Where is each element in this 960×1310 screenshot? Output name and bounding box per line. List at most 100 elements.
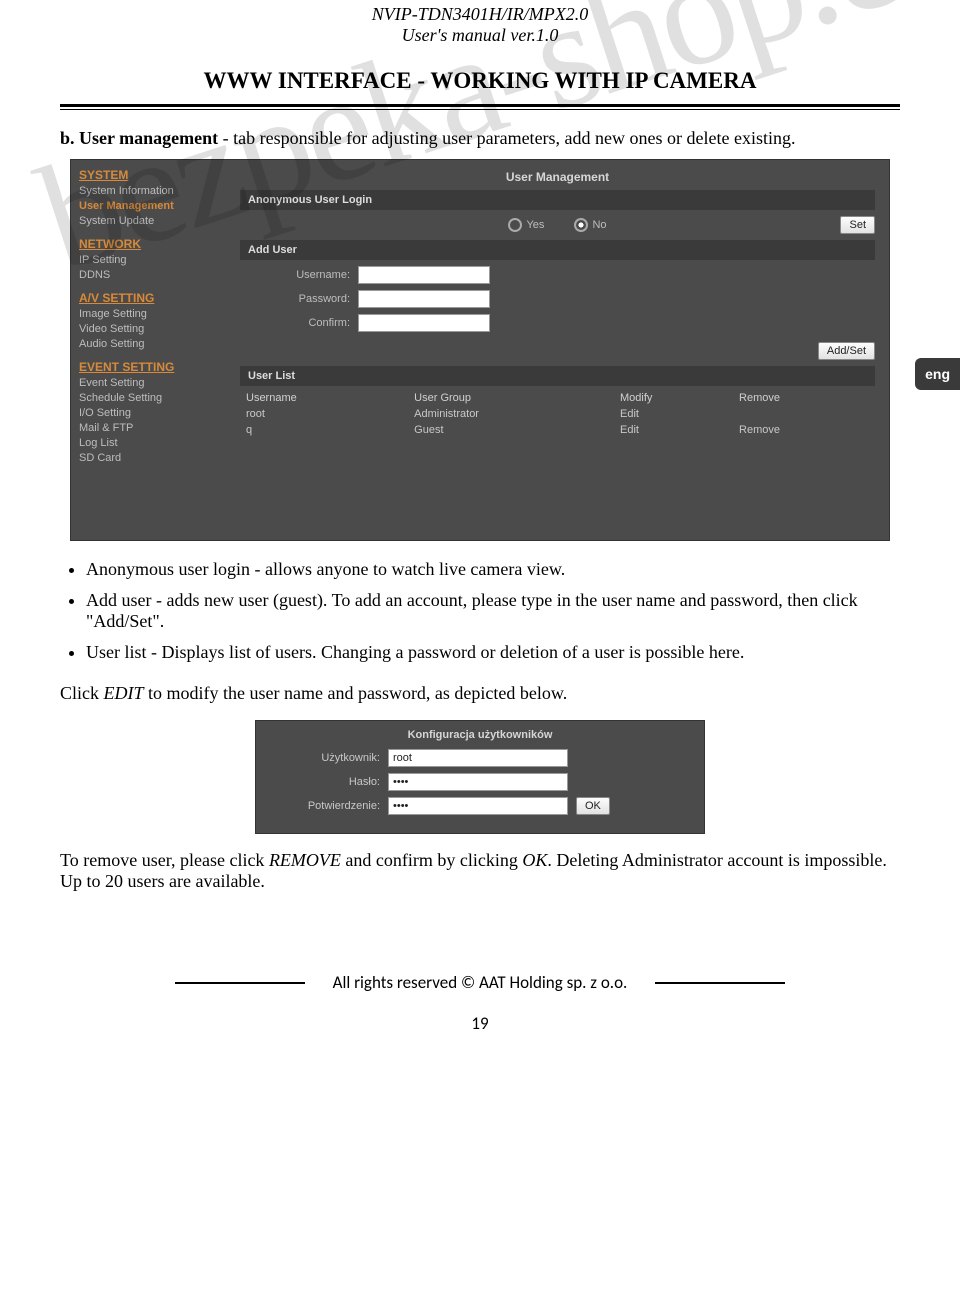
password-input[interactable] — [358, 290, 490, 308]
userlist-bar: User List — [240, 366, 875, 386]
remove-paragraph: To remove user, please click REMOVE and … — [60, 850, 900, 892]
cell-edit-link[interactable]: Edit — [614, 406, 733, 422]
addset-button[interactable]: Add/Set — [818, 342, 875, 360]
intro-bold: User management — [79, 128, 218, 148]
sidebar-cat-event: EVENT SETTING — [79, 360, 234, 374]
password-label: Password: — [240, 293, 358, 305]
list-item: Anonymous user login - allows anyone to … — [86, 559, 900, 580]
sidebar-item-schedule[interactable]: Schedule Setting — [79, 392, 234, 404]
edit-user-input[interactable] — [388, 749, 568, 767]
ok-button[interactable]: OK — [576, 797, 610, 815]
radio-yes-label: Yes — [526, 219, 544, 231]
sidebar-item-sdcard[interactable]: SD Card — [79, 452, 234, 464]
doc-header: NVIP-TDN3401H/IR/MPX2.0 User's manual ve… — [60, 0, 900, 46]
cell-group: Guest — [408, 422, 614, 438]
sidebar-cat-network: NETWORK — [79, 237, 234, 251]
intro-paragraph: b. User management - tab responsible for… — [60, 128, 900, 149]
footer-rule-left — [175, 982, 305, 984]
edit-pass-label: Hasło: — [270, 776, 388, 788]
table-row: root Administrator Edit — [240, 406, 875, 422]
header-line2: User's manual ver.1.0 — [60, 25, 900, 46]
footer-rule-right — [655, 982, 785, 984]
header-line1: NVIP-TDN3401H/IR/MPX2.0 — [60, 4, 900, 25]
sidebar-item-sysinfo[interactable]: System Information — [79, 185, 234, 197]
text: To remove user, please click — [60, 850, 269, 870]
edit-pass-input[interactable] — [388, 773, 568, 791]
username-input[interactable] — [358, 266, 490, 284]
cell-remove-link[interactable]: Remove — [733, 422, 875, 438]
footer-line: All rights reserved © AAT Holding sp. z … — [60, 972, 900, 993]
section-title: WWW INTERFACE - WORKING WITH IP CAMERA — [60, 68, 900, 94]
sidebar-item-video[interactable]: Video Setting — [79, 323, 234, 335]
list-item: User list - Displays list of users. Chan… — [86, 642, 900, 663]
sidebar: SYSTEM System Information User Managemen… — [71, 160, 234, 540]
sidebar-item-io[interactable]: I/O Setting — [79, 407, 234, 419]
text: and confirm by clicking — [341, 850, 522, 870]
edit-user-row: Użytkownik: — [270, 749, 690, 767]
th-modify: Modify — [614, 390, 733, 406]
page-number: 19 — [60, 1013, 900, 1034]
edit-panel-title: Konfiguracja użytkowników — [270, 729, 690, 741]
sidebar-cat-system: SYSTEM — [79, 168, 234, 182]
edit-em: EDIT — [104, 683, 144, 703]
intro-prefix: b. — [60, 128, 75, 148]
panel-title: User Management — [240, 170, 875, 184]
anon-login-bar: Anonymous User Login — [240, 190, 875, 210]
th-remove: Remove — [733, 390, 875, 406]
click-edit-paragraph: Click EDIT to modify the user name and p… — [60, 683, 900, 704]
text: Click — [60, 683, 104, 703]
radio-no[interactable]: No — [574, 218, 606, 232]
intro-rest: - tab responsible for adjusting user par… — [218, 128, 795, 148]
username-row: Username: — [240, 266, 875, 284]
username-label: Username: — [240, 269, 358, 281]
sidebar-item-sysupdate[interactable]: System Update — [79, 215, 234, 227]
radio-yes[interactable]: Yes — [508, 218, 544, 232]
edit-user-label: Użytkownik: — [270, 752, 388, 764]
sidebar-item-event[interactable]: Event Setting — [79, 377, 234, 389]
edit-pass-row: Hasło: — [270, 773, 690, 791]
cell-group: Administrator — [408, 406, 614, 422]
user-table: Username User Group Modify Remove root A… — [240, 390, 875, 438]
sidebar-item-ddns[interactable]: DDNS — [79, 269, 234, 281]
sidebar-item-ipsetting[interactable]: IP Setting — [79, 254, 234, 266]
cell-edit-link[interactable]: Edit — [614, 422, 733, 438]
remove-em: REMOVE — [269, 850, 341, 870]
page-footer: All rights reserved © AAT Holding sp. z … — [60, 972, 900, 993]
table-header-row: Username User Group Modify Remove — [240, 390, 875, 406]
radio-icon — [574, 218, 588, 232]
th-group: User Group — [408, 390, 614, 406]
cell-username: q — [240, 422, 408, 438]
sidebar-cat-av: A/V SETTING — [79, 291, 234, 305]
user-management-screenshot: SYSTEM System Information User Managemen… — [70, 159, 890, 541]
adduser-bar: Add User — [240, 240, 875, 260]
edit-user-screenshot: Konfiguracja użytkowników Użytkownik: Ha… — [255, 720, 705, 834]
password-row: Password: — [240, 290, 875, 308]
sidebar-item-loglist[interactable]: Log List — [79, 437, 234, 449]
table-row: q Guest Edit Remove — [240, 422, 875, 438]
text: to modify the user name and password, as… — [144, 683, 568, 703]
edit-conf-row: Potwierdzenie: OK — [270, 797, 690, 815]
sidebar-item-audio[interactable]: Audio Setting — [79, 338, 234, 350]
radio-icon — [508, 218, 522, 232]
feature-list: Anonymous user login - allows anyone to … — [60, 559, 900, 663]
page-container: bezpeka-shop.com NVIP-TDN3401H/IR/MPX2.0… — [0, 0, 960, 1064]
edit-conf-input[interactable] — [388, 797, 568, 815]
edit-conf-label: Potwierdzenie: — [270, 800, 388, 812]
confirm-label: Confirm: — [240, 317, 358, 329]
ok-em: OK — [522, 850, 547, 870]
cell-remove-link — [733, 406, 875, 422]
th-username: Username — [240, 390, 408, 406]
sidebar-item-mailftp[interactable]: Mail & FTP — [79, 422, 234, 434]
sidebar-item-image[interactable]: Image Setting — [79, 308, 234, 320]
main-panel: User Management Anonymous User Login Yes… — [234, 160, 889, 540]
section-divider — [60, 104, 900, 110]
confirm-input[interactable] — [358, 314, 490, 332]
list-item: Add user - adds new user (guest). To add… — [86, 590, 900, 632]
sidebar-item-usermgmt[interactable]: User Management — [79, 200, 234, 212]
anon-radio-row: Yes No Set — [240, 218, 875, 232]
footer-text: All rights reserved © AAT Holding sp. z … — [333, 972, 628, 993]
cell-username: root — [240, 406, 408, 422]
confirm-row: Confirm: — [240, 314, 875, 332]
radio-no-label: No — [592, 219, 606, 231]
set-button[interactable]: Set — [840, 216, 875, 234]
